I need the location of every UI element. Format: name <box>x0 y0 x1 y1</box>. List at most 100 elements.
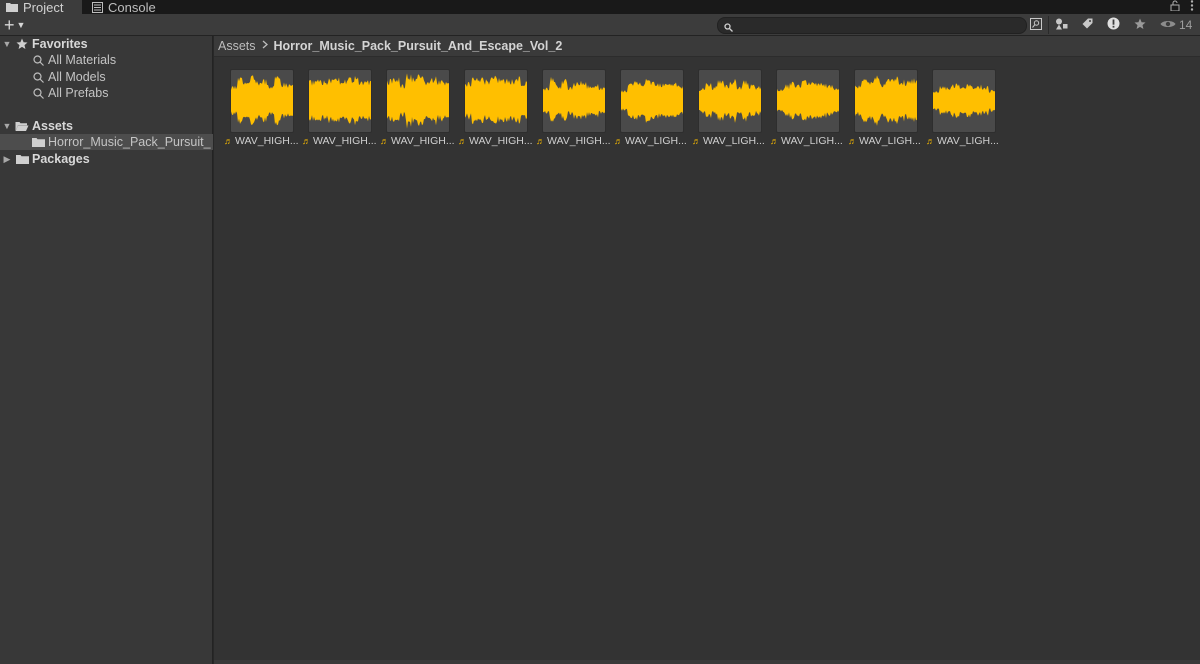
audio-clip-icon: ♬ <box>302 136 311 146</box>
waveform-icon <box>933 83 995 118</box>
waveform-icon <box>621 78 683 123</box>
tree-label: Assets <box>32 119 73 133</box>
search-icon <box>724 21 733 35</box>
waveform-thumbnail <box>932 69 996 133</box>
eye-icon <box>1160 18 1176 32</box>
asset-label-row: ♬ WAV_LIGH... <box>692 135 770 147</box>
lock-icon[interactable] <box>1170 0 1180 14</box>
waveform-thumbnail <box>464 69 528 133</box>
tab-console[interactable]: Console <box>92 0 156 15</box>
asset-name: WAV_LIGH... <box>703 135 765 147</box>
search-icon <box>30 87 46 99</box>
shapes-icon <box>1055 18 1068 33</box>
chevron-down-icon[interactable]: ▼ <box>0 121 14 131</box>
search-by-type-button[interactable] <box>1025 16 1047 34</box>
asset-browser: Assets Horror_Music_Pack_Pursuit_And_Esc… <box>214 36 1200 664</box>
asset-label-row: ♬ WAV_HIGH... <box>380 135 458 147</box>
asset-label-row: ♬ WAV_HIGH... <box>302 135 380 147</box>
tree-item-horror-music-pack[interactable]: Horror_Music_Pack_Pursuit_ <box>0 134 213 150</box>
asset-name: WAV_LIGH... <box>781 135 843 147</box>
waveform-icon <box>699 78 761 123</box>
search-field[interactable] <box>717 17 1027 34</box>
kebab-menu-icon[interactable] <box>1190 0 1194 14</box>
tree-assets[interactable]: ▼ Assets <box>0 118 213 134</box>
breadcrumb: Assets Horror_Music_Pack_Pursuit_And_Esc… <box>214 36 1200 57</box>
tab-console-label: Console <box>108 0 156 15</box>
save-search-button[interactable] <box>1129 16 1151 34</box>
star-icon <box>1134 18 1146 33</box>
waveform-thumbnail <box>386 69 450 133</box>
tree-label: Packages <box>32 152 90 166</box>
waveform-thumbnail <box>620 69 684 133</box>
asset-name: WAV_LIGH... <box>937 135 999 147</box>
audio-clip-asset[interactable]: ♬ WAV_HIGH... <box>380 69 458 151</box>
filter-by-type-button[interactable] <box>1050 16 1072 34</box>
waveform-icon <box>777 80 839 121</box>
tree-label: All Models <box>48 70 106 84</box>
tree-item-all-models[interactable]: All Models <box>0 69 213 85</box>
asset-name: WAV_HIGH... <box>391 135 455 147</box>
waveform-thumbnail <box>230 69 294 133</box>
tree-label: Horror_Music_Pack_Pursuit_ <box>48 135 211 149</box>
waveform-icon <box>387 73 449 129</box>
waveform-thumbnail <box>542 69 606 133</box>
audio-clip-icon: ♬ <box>536 136 545 146</box>
audio-clip-asset[interactable]: ♬ WAV_LIGH... <box>614 69 692 151</box>
waveform-thumbnail <box>308 69 372 133</box>
audio-clip-asset[interactable]: ♬ WAV_LIGH... <box>926 69 1004 151</box>
folder-icon <box>14 154 30 164</box>
chevron-down-icon: ▼ <box>16 20 26 30</box>
open-folder-icon <box>14 121 30 132</box>
asset-name: WAV_HIGH... <box>469 135 533 147</box>
tree-item-all-prefabs[interactable]: All Prefabs <box>0 85 213 101</box>
waveform-thumbnail <box>854 69 918 133</box>
audio-clip-icon: ♬ <box>692 136 701 146</box>
folder-icon <box>30 137 46 147</box>
audio-clip-asset[interactable]: ♬ WAV_HIGH... <box>224 69 302 151</box>
asset-name: WAV_LIGH... <box>625 135 687 147</box>
tab-bar: Project Console <box>0 0 1200 15</box>
waveform-icon <box>855 75 917 126</box>
warning-circle-icon <box>1107 17 1120 33</box>
audio-clip-asset[interactable]: ♬ WAV_LIGH... <box>692 69 770 151</box>
asset-label-row: ♬ WAV_LIGH... <box>770 135 848 147</box>
tree-packages[interactable]: ▶ Packages <box>0 151 213 167</box>
asset-label-row: ♬ WAV_HIGH... <box>458 135 536 147</box>
breadcrumb-assets[interactable]: Assets <box>218 39 256 53</box>
chevron-down-icon[interactable]: ▼ <box>0 39 14 49</box>
filter-by-label-button[interactable] <box>1076 16 1098 34</box>
chevron-right-icon <box>262 40 268 52</box>
filter-by-log-type-button[interactable] <box>1102 16 1124 34</box>
tab-project[interactable]: Project <box>0 0 82 15</box>
audio-clip-icon: ♬ <box>770 136 779 146</box>
tree-item-all-materials[interactable]: All Materials <box>0 52 213 68</box>
breadcrumb-current-folder[interactable]: Horror_Music_Pack_Pursuit_And_Escape_Vol… <box>274 39 563 53</box>
plus-icon: + <box>4 14 15 35</box>
asset-label-row: ♬ WAV_HIGH... <box>536 135 614 147</box>
audio-clip-icon: ♬ <box>224 136 233 146</box>
tree-favorites[interactable]: ▼ Favorites <box>0 36 213 52</box>
audio-clip-asset[interactable]: ♬ WAV_HIGH... <box>536 69 614 151</box>
tree-label: Favorites <box>32 37 88 51</box>
audio-clip-asset[interactable]: ♬ WAV_LIGH... <box>770 69 848 151</box>
audio-clip-asset[interactable]: ♬ WAV_HIGH... <box>458 69 536 151</box>
search-input[interactable] <box>736 18 1016 33</box>
search-icon <box>30 54 46 66</box>
audio-clip-asset[interactable]: ♬ WAV_LIGH... <box>848 69 926 151</box>
chevron-right-icon[interactable]: ▶ <box>0 154 14 165</box>
tree-label: All Prefabs <box>48 86 109 100</box>
asset-label-row: ♬ WAV_LIGH... <box>926 135 1004 147</box>
audio-clip-asset[interactable]: ♬ WAV_HIGH... <box>302 69 380 151</box>
waveform-icon <box>309 76 371 126</box>
create-button[interactable]: + ▼ <box>4 14 34 35</box>
hidden-packages-toggle[interactable]: 14 <box>1160 16 1192 34</box>
waveform-icon <box>465 75 527 125</box>
project-toolbar: + ▼ 14 <box>0 14 1200 36</box>
audio-clip-icon: ♬ <box>614 136 623 146</box>
tree-label: All Materials <box>48 53 117 67</box>
tag-icon <box>1082 18 1093 32</box>
audio-clip-icon: ♬ <box>458 136 467 146</box>
asset-label-row: ♬ WAV_HIGH... <box>224 135 302 147</box>
asset-label-row: ♬ WAV_LIGH... <box>614 135 692 147</box>
asset-label-row: ♬ WAV_LIGH... <box>848 135 926 147</box>
